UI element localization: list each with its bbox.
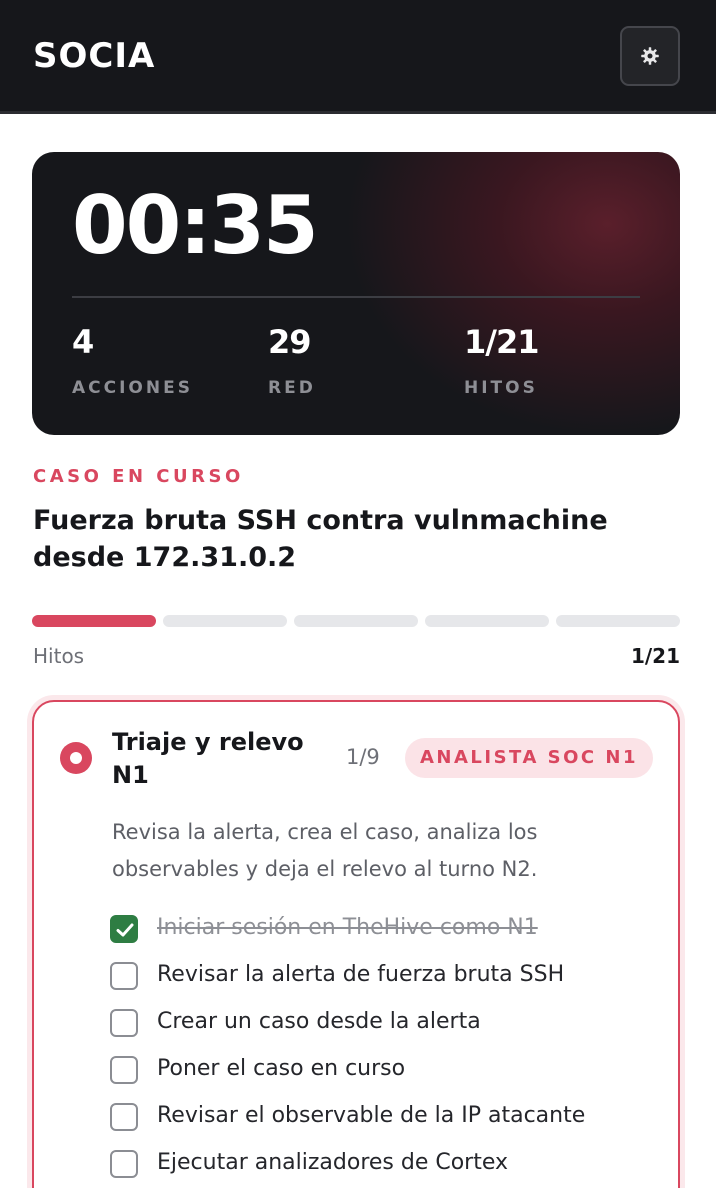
check-icon xyxy=(116,923,134,937)
case-status-label: CASO EN CURSO xyxy=(33,466,244,487)
stat-label: RED xyxy=(268,378,316,398)
task-label: Revisar el observable de la IP atacante xyxy=(157,1103,586,1128)
stat-red: 29 RED xyxy=(268,326,316,398)
stat-acciones: 4 ACCIONES xyxy=(72,326,193,398)
phase-task-count: 1/9 xyxy=(346,745,380,769)
phase-title: Triaje y relevo N1 xyxy=(112,728,304,789)
role-badge: ANALISTA SOC N1 xyxy=(405,738,653,778)
checkbox[interactable] xyxy=(110,1150,138,1178)
task-label: Crear un caso desde la alerta xyxy=(157,1009,481,1034)
task-label: Iniciar sesión en TheHive como N1 xyxy=(157,915,538,940)
progress-segment xyxy=(294,615,418,627)
checkbox[interactable] xyxy=(110,962,138,990)
checkbox[interactable] xyxy=(110,1009,138,1037)
stat-value: 4 xyxy=(72,323,94,361)
phase-description: Revisa la alerta, crea el caso, analiza … xyxy=(112,820,538,881)
checkbox-checked[interactable] xyxy=(110,915,138,943)
phase-card[interactable]: Triaje y relevo N1 1/9 ANALISTA SOC N1 R… xyxy=(32,700,680,1188)
progress-segment xyxy=(425,615,549,627)
milestone-progress-bar xyxy=(32,615,680,627)
progress-segment xyxy=(556,615,680,627)
task-label: Poner el caso en curso xyxy=(157,1056,406,1081)
case-title: Fuerza bruta SSH contra vulnmachine desd… xyxy=(33,505,608,573)
progress-segment xyxy=(32,615,156,627)
elapsed-timer: 00:35 xyxy=(72,179,319,272)
stat-hitos: 1/21 HITOS xyxy=(464,323,539,398)
progress-segment xyxy=(163,615,287,627)
stat-value: 1/21 xyxy=(464,323,539,361)
stat-value: 29 xyxy=(268,323,312,361)
session-timer-card: 00:35 4 ACCIONES 29 RED 1/21 HITOS xyxy=(32,152,680,435)
radio-dot xyxy=(70,752,82,764)
checkbox[interactable] xyxy=(110,1103,138,1131)
divider xyxy=(72,296,640,298)
gear-icon xyxy=(641,47,659,65)
task-label: Revisar la alerta de fuerza bruta SSH xyxy=(157,962,565,987)
stat-label: HITOS xyxy=(464,378,538,398)
checkbox[interactable] xyxy=(110,1056,138,1084)
settings-button[interactable] xyxy=(620,26,680,86)
app-brand: SOCIA xyxy=(33,36,156,76)
progress-count: 1/21 xyxy=(630,644,680,668)
top-bar: SOCIA xyxy=(0,0,716,114)
stat-label: ACCIONES xyxy=(72,378,193,398)
progress-label: Hitos xyxy=(33,644,85,668)
task-label: Ejecutar analizadores de Cortex xyxy=(157,1150,509,1175)
phase-radio-selected[interactable] xyxy=(60,742,92,774)
